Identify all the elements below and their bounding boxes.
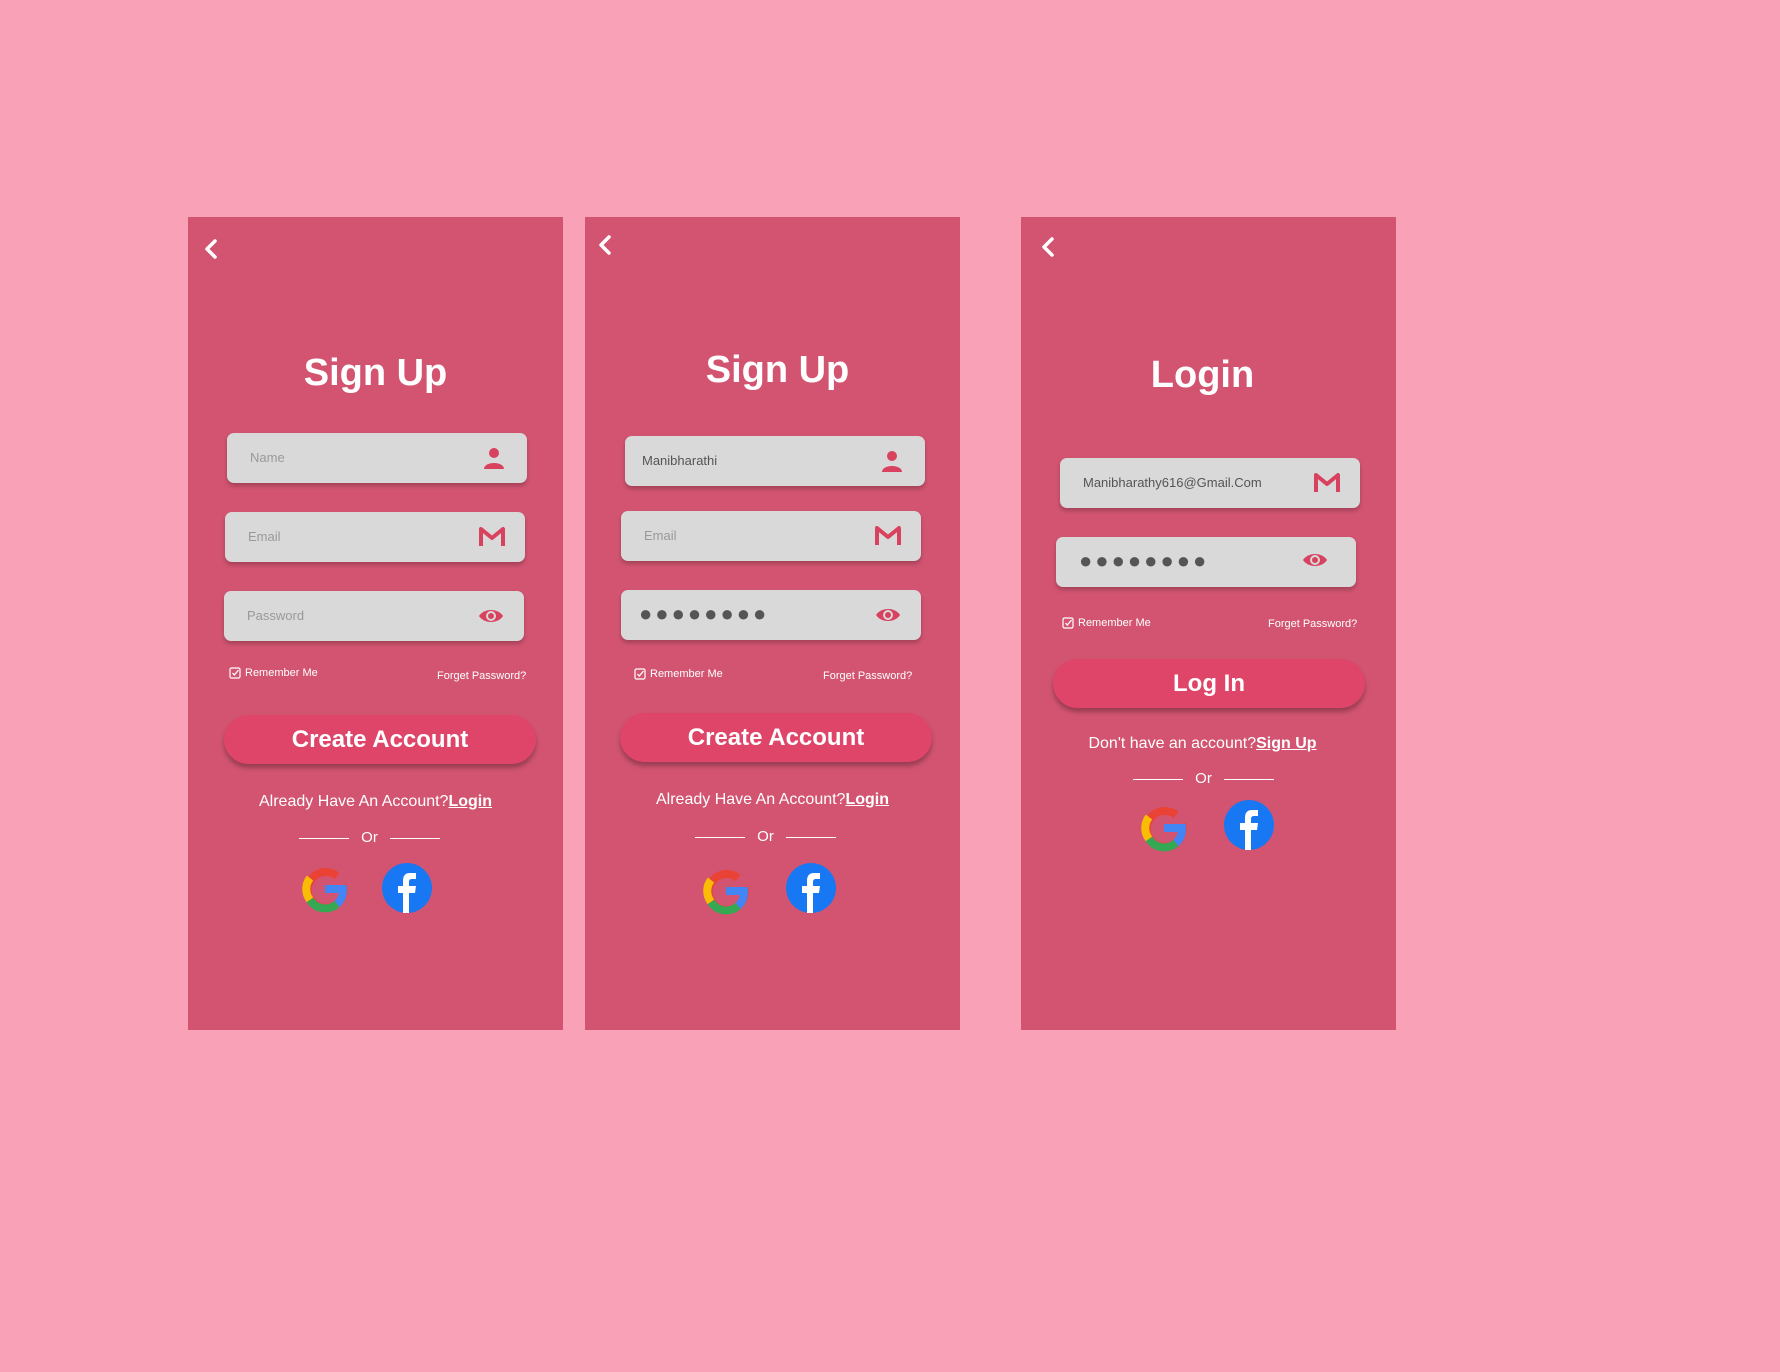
name-field-value: Manibharathi bbox=[642, 453, 718, 468]
email-field-value: Manibharathy616@Gmail.Com bbox=[1083, 475, 1262, 490]
password-field-value: ●●●●●●●● bbox=[639, 601, 770, 626]
login-prompt: Already Have An Account?Login bbox=[585, 790, 960, 810]
forgot-password-link[interactable]: Forget Password? bbox=[823, 669, 912, 683]
create-account-button[interactable]: Create Account bbox=[620, 713, 932, 762]
page-title: Sign Up bbox=[303, 352, 448, 394]
name-field[interactable]: Manibharathi bbox=[625, 436, 925, 486]
divider-line-left bbox=[695, 836, 746, 838]
eye-icon[interactable] bbox=[1302, 548, 1328, 572]
checkbox-icon bbox=[634, 668, 646, 680]
email-field-placeholder: Email bbox=[248, 529, 281, 544]
login-button[interactable]: Log In bbox=[1053, 659, 1365, 708]
back-arrow-icon[interactable] bbox=[200, 237, 224, 261]
or-label: Or bbox=[757, 828, 774, 845]
login-link[interactable]: Login bbox=[448, 793, 492, 810]
divider-line-left bbox=[299, 837, 350, 839]
divider-line-right bbox=[785, 836, 836, 838]
or-label: Or bbox=[361, 829, 378, 846]
login-link[interactable]: Login bbox=[845, 791, 889, 808]
login-prompt-text: Already Have An Account? bbox=[656, 791, 846, 808]
eye-icon[interactable] bbox=[478, 604, 504, 628]
facebook-icon[interactable] bbox=[786, 863, 836, 913]
or-divider: Or bbox=[571, 828, 960, 846]
email-field-placeholder: Email bbox=[644, 528, 677, 543]
gmail-icon bbox=[479, 527, 505, 546]
signup-prompt: Don't have an account?Sign Up bbox=[1009, 734, 1396, 754]
email-field[interactable]: Email bbox=[621, 511, 921, 561]
password-field[interactable]: ●●●●●●●● bbox=[621, 590, 921, 640]
facebook-icon[interactable] bbox=[1224, 800, 1274, 850]
name-field-placeholder: Name bbox=[250, 450, 285, 465]
or-divider: Or bbox=[1011, 770, 1396, 788]
or-divider: Or bbox=[176, 829, 563, 847]
login-prompt-text: Already Have An Account? bbox=[259, 793, 449, 810]
google-icon[interactable] bbox=[1139, 803, 1189, 853]
password-field[interactable]: ●●●●●●●● bbox=[1056, 537, 1356, 587]
user-icon bbox=[484, 448, 504, 469]
login-screen: Login Manibharathy616@Gmail.Com ●●●●●●●●… bbox=[1021, 217, 1396, 1030]
page-title: Sign Up bbox=[705, 349, 850, 391]
password-field-placeholder: Password bbox=[247, 608, 305, 623]
signup-prompt-text: Don't have an account? bbox=[1088, 735, 1257, 752]
back-arrow-icon[interactable] bbox=[594, 233, 618, 257]
page-title: Login bbox=[1150, 354, 1255, 396]
gmail-icon bbox=[1314, 473, 1340, 492]
eye-icon[interactable] bbox=[875, 603, 901, 627]
email-field[interactable]: Manibharathy616@Gmail.Com bbox=[1060, 458, 1360, 508]
google-icon[interactable] bbox=[701, 866, 751, 916]
signup-screen-empty: Sign Up Name Email Password Remember Me … bbox=[188, 217, 563, 1030]
user-icon bbox=[882, 451, 902, 472]
forgot-password-link[interactable]: Forget Password? bbox=[437, 669, 526, 683]
remember-me-label: Remember Me bbox=[650, 668, 723, 680]
remember-me-checkbox[interactable]: Remember Me bbox=[634, 667, 723, 681]
forgot-password-link[interactable]: Forget Password? bbox=[1268, 617, 1357, 631]
checkbox-icon bbox=[229, 667, 241, 679]
facebook-icon[interactable] bbox=[382, 863, 432, 913]
divider-line-right bbox=[1223, 778, 1274, 780]
gmail-icon bbox=[875, 526, 901, 545]
remember-me-checkbox[interactable]: Remember Me bbox=[229, 666, 318, 680]
login-prompt: Already Have An Account?Login bbox=[188, 792, 563, 812]
google-icon[interactable] bbox=[300, 864, 350, 914]
signup-screen-filled: Sign Up Manibharathi Email ●●●●●●●● Reme… bbox=[585, 217, 960, 1030]
name-field[interactable]: Name bbox=[227, 433, 527, 483]
divider-line-right bbox=[389, 837, 440, 839]
signup-link[interactable]: Sign Up bbox=[1256, 735, 1316, 752]
password-field-value: ●●●●●●●● bbox=[1079, 548, 1210, 573]
remember-me-checkbox[interactable]: Remember Me bbox=[1062, 616, 1151, 630]
password-field[interactable]: Password bbox=[224, 591, 524, 641]
checkbox-icon bbox=[1062, 617, 1074, 629]
create-account-button[interactable]: Create Account bbox=[224, 715, 536, 764]
or-label: Or bbox=[1195, 770, 1212, 787]
remember-me-label: Remember Me bbox=[1078, 617, 1151, 629]
email-field[interactable]: Email bbox=[225, 512, 525, 562]
back-arrow-icon[interactable] bbox=[1037, 235, 1061, 259]
divider-line-left bbox=[1133, 778, 1184, 780]
remember-me-label: Remember Me bbox=[245, 667, 318, 679]
